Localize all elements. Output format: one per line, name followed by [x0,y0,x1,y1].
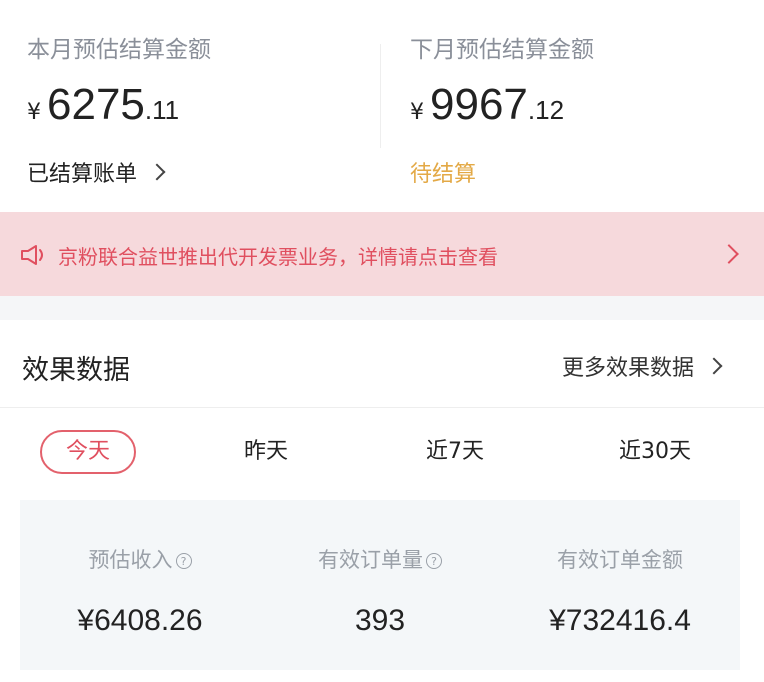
stat-label-text: 有效订单量 [318,548,423,572]
tab-last-7-days[interactable]: 近7天 [420,430,490,474]
effect-data-header: 效果数据 更多效果数据 [0,320,764,408]
settled-bills-label: 已结算账单 [27,162,138,187]
notice-text: 京粉联合益世推出代开发票业务，详情请点击查看 [58,245,498,269]
tab-today[interactable]: 今天 [40,430,136,474]
section-gap [0,296,764,320]
next-month-label: 下月预估结算金额 [410,37,594,63]
current-month-label: 本月预估结算金额 [27,37,211,63]
stat-label-text: 有效订单金额 [557,548,683,572]
stat-label: 有效订单量 ? [260,544,500,574]
amount-decimal: .11 [144,95,180,125]
chevron-right-icon [705,357,723,375]
settled-bills-link[interactable]: 已结算账单 [27,156,166,188]
current-month-amount: ¥6275.11 [27,80,179,130]
chevron-right-icon [148,163,166,181]
currency-symbol: ¥ [27,100,41,125]
stat-valid-order-amount: 有效订单金额 ¥732416.4 [500,500,740,670]
more-effect-data-label: 更多效果数据 [562,356,695,381]
amount-integer: 6275 [47,80,145,129]
amount-integer: 9967 [430,80,528,129]
stat-label: 预估收入 ? [20,544,260,574]
stat-value: 393 [354,604,406,637]
stat-estimated-income: 预估收入 ? ¥6408.26 [20,500,260,670]
stat-value: ¥6408.26 [77,604,203,637]
notice-banner[interactable]: 京粉联合益世推出代开发票业务，详情请点击查看 [0,212,764,296]
currency-symbol: ¥ [410,100,424,125]
settlement-section: 本月预估结算金额 ¥6275.11 已结算账单 下月预估结算金额 ¥9967.1… [0,0,764,210]
pending-status: 待结算 [410,162,477,187]
help-icon[interactable]: ? [426,553,442,569]
next-month-amount: ¥9967.12 [410,80,564,130]
amount-decimal: .12 [527,95,565,125]
date-range-tabs: 今天 昨天 近7天 近30天 [0,408,764,498]
tab-yesterday[interactable]: 昨天 [236,430,296,474]
stat-label-text: 预估收入 [88,548,173,572]
stat-value: ¥732416.4 [549,604,691,637]
chevron-right-icon [719,244,739,264]
speaker-icon [21,245,43,265]
help-icon[interactable]: ? [175,553,192,569]
section-title: 效果数据 [22,355,130,386]
divider [380,44,381,148]
stats-panel: 预估收入 ? ¥6408.26 有效订单量 ? 393 有效订单金额 ¥7324… [20,500,740,670]
stat-valid-orders: 有效订单量 ? 393 [260,500,500,670]
tab-last-30-days[interactable]: 近30天 [610,430,700,474]
stat-label: 有效订单金额 [500,544,740,574]
more-effect-data-link[interactable]: 更多效果数据 [562,350,723,382]
